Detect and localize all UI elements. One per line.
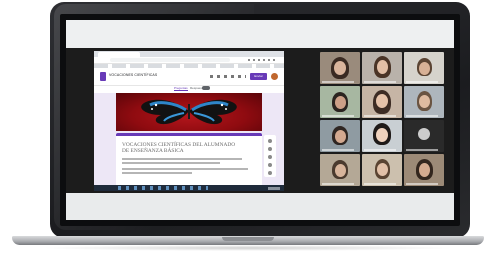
shared-browser-window[interactable]: VOCACIONES CIENTÍFICAS Enviar Preguntas … [94,51,284,191]
participant-tile[interactable] [362,52,402,84]
import-icon[interactable] [268,147,272,151]
participant-name-label [406,183,438,185]
laptop-opening-notch [222,237,274,241]
forms-document-title[interactable]: VOCACIONES CIENTÍFICAS [109,73,157,77]
video-call-stage: VOCACIONES CIENTÍFICAS Enviar Preguntas … [66,48,454,193]
add-question-icon[interactable] [268,139,272,143]
form-description-line [122,172,192,174]
forms-icon[interactable] [100,72,106,81]
participant-name-label [322,149,354,151]
send-button[interactable]: Enviar [250,73,267,80]
screen-bottom-area [66,193,454,220]
participant-tile[interactable] [404,52,444,84]
participant-tile[interactable] [362,86,402,118]
participant-name-label [364,183,396,185]
participant-name-label [406,149,438,151]
title-icon[interactable] [268,155,272,159]
screen-top-area [66,20,454,48]
forms-header: VOCACIONES CIENTÍFICAS Enviar [94,69,284,86]
taskbar-icons[interactable] [118,186,208,190]
form-description-line [122,162,220,164]
participant-tile[interactable] [362,154,402,186]
form-description-line [122,158,242,160]
video-icon[interactable] [268,171,272,175]
form-description-line [122,168,248,170]
avatar[interactable] [271,73,278,80]
participant-tile[interactable] [320,52,360,84]
responses-badge [202,86,210,90]
browser-address-bar [94,57,284,64]
participant-name-label [364,149,396,151]
participant-name-label [322,81,354,83]
participant-tile[interactable] [404,86,444,118]
participant-tile[interactable] [404,154,444,186]
participant-tile[interactable] [320,154,360,186]
forms-subtabs: Preguntas Respuestas [94,86,284,92]
participant-tile[interactable] [404,120,444,152]
forms-toolbar-icons[interactable] [210,75,246,78]
windows-taskbar [94,185,284,191]
bookmarks-bar[interactable] [94,64,284,68]
form-title-card[interactable]: VOCACIONES CIENTÍFICAS DEL ALUMNADO DE E… [116,133,262,186]
participant-name-label [406,81,438,83]
url-field[interactable] [110,58,230,62]
participant-name-label [364,115,396,117]
laptop-screen: VOCACIONES CIENTÍFICAS Enviar Preguntas … [66,20,454,220]
tab-questions[interactable]: Preguntas [174,86,188,91]
form-title[interactable]: VOCACIONES CIENTÍFICAS DEL ALUMNADO DE E… [122,142,242,155]
form-floating-toolbar [264,135,276,177]
participant-name-label [364,81,396,83]
participant-name-label [322,115,354,117]
extension-icons[interactable] [248,59,278,61]
butterfly-image [141,99,237,125]
participant-name-label [406,115,438,117]
forms-canvas: VOCACIONES CIENTÍFICAS DEL ALUMNADO DE E… [94,93,284,191]
participant-tile[interactable] [320,86,360,118]
butterfly-header-image [116,93,262,131]
participant-tile[interactable] [320,120,360,152]
participant-tile[interactable] [362,120,402,152]
participant-name-label [322,183,354,185]
image-icon[interactable] [268,163,272,167]
laptop-shadow [40,245,456,251]
taskbar-clock [268,186,280,190]
